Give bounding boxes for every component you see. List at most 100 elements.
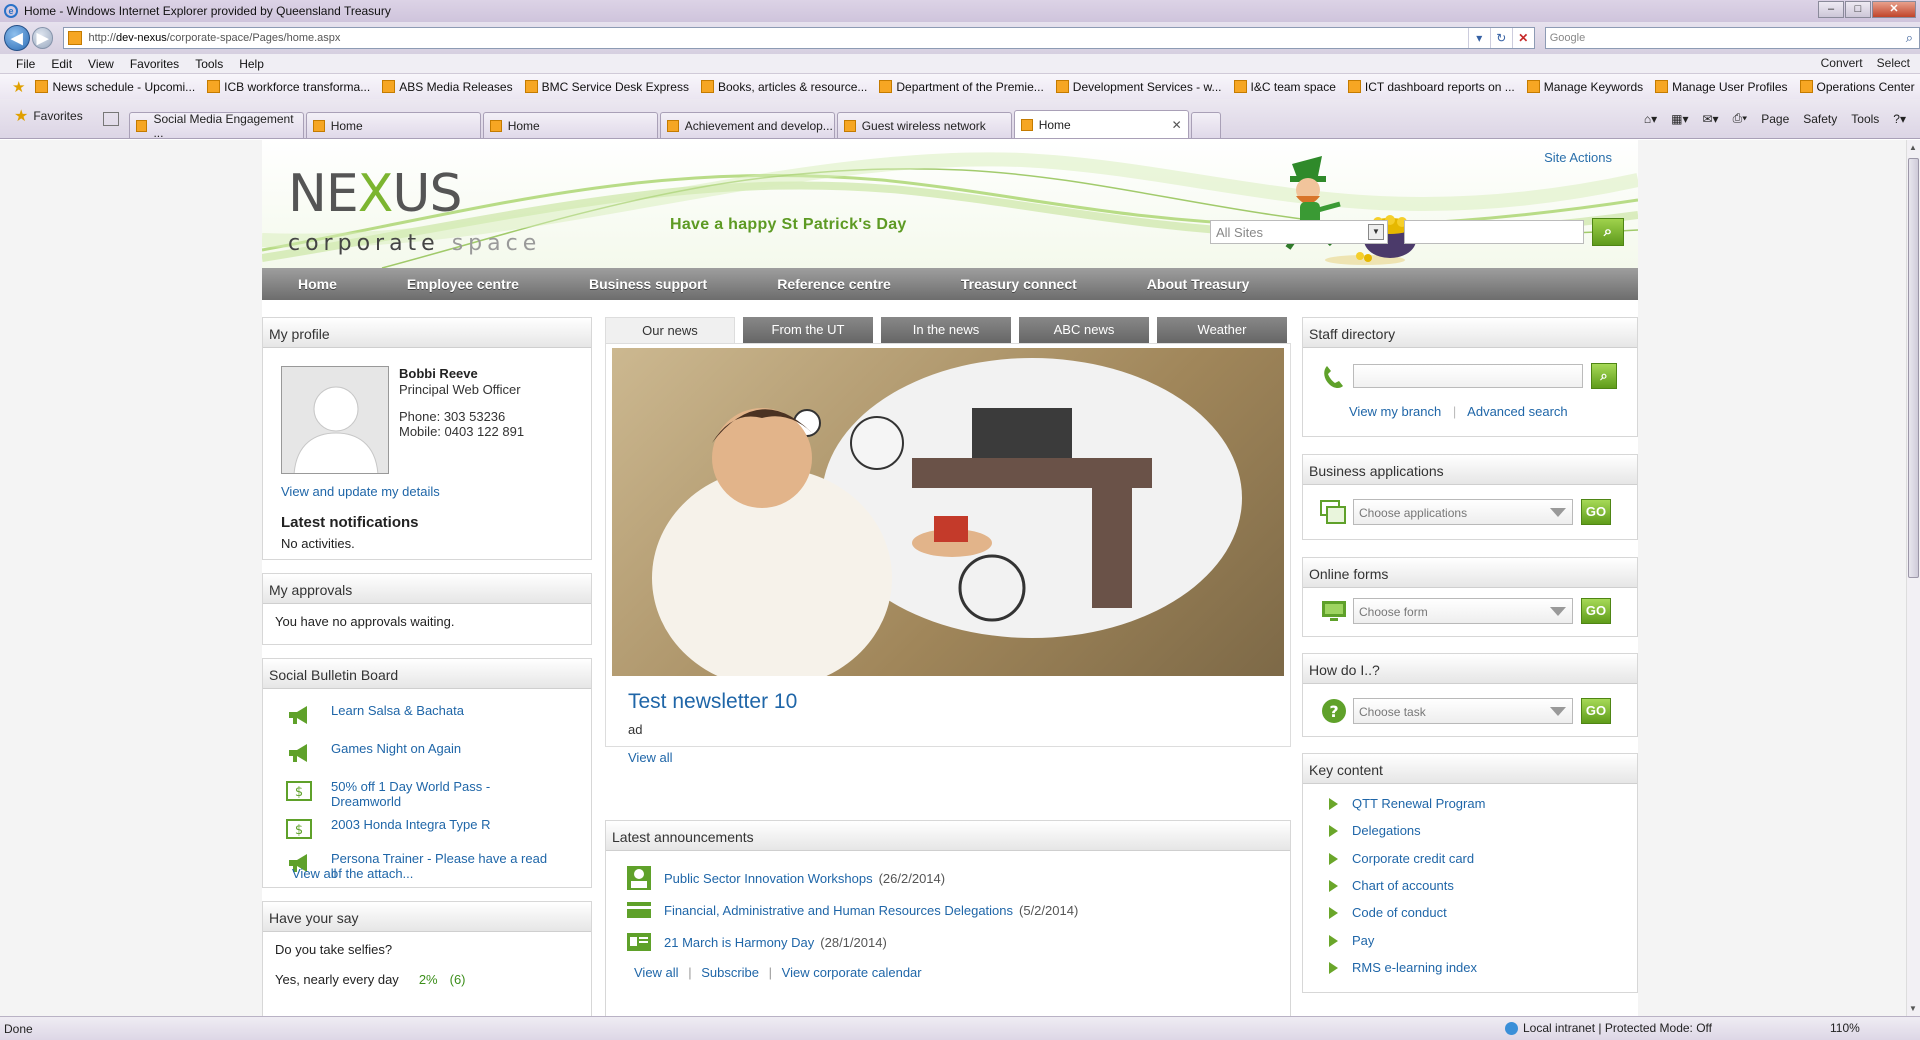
corporate-calendar-link[interactable]: View corporate calendar xyxy=(782,965,922,980)
advanced-search-link[interactable]: Advanced search xyxy=(1467,404,1567,419)
key-content-item[interactable]: Chart of accounts xyxy=(1329,878,1454,893)
favorite-link[interactable]: Books, articles & resource... xyxy=(700,80,867,94)
menu-tools[interactable]: Tools xyxy=(195,57,223,71)
news-feature-image[interactable] xyxy=(612,348,1284,676)
back-button[interactable]: ◀ xyxy=(4,25,30,51)
announcements-view-all-link[interactable]: View all xyxy=(634,965,679,980)
business-apps-go-button[interactable]: GO xyxy=(1581,499,1611,525)
page-menu[interactable]: Page xyxy=(1761,112,1789,126)
site-search-button[interactable]: ⌕ xyxy=(1592,218,1624,246)
favorite-link[interactable]: News schedule - Upcomi... xyxy=(35,80,195,94)
key-content-item[interactable]: Pay xyxy=(1329,933,1374,948)
address-bar[interactable]: http://dev-nexus/corporate-space/Pages/h… xyxy=(63,27,1535,49)
how-do-i-go-button[interactable]: GO xyxy=(1581,698,1611,724)
browser-tab[interactable]: Achievement and develop... xyxy=(659,112,835,138)
favorite-link[interactable]: Manage User Profiles xyxy=(1655,80,1788,94)
print-icon[interactable]: ⎙▾ xyxy=(1733,111,1748,126)
favorite-link[interactable]: ICT dashboard reports on ... xyxy=(1347,80,1515,94)
address-url[interactable]: http://dev-nexus/corporate-space/Pages/h… xyxy=(88,32,1467,44)
favorite-link[interactable]: ABS Media Releases xyxy=(382,80,513,94)
close-window-button[interactable]: ✕ xyxy=(1872,1,1916,18)
favorite-link[interactable]: ICB workforce transforma... xyxy=(207,80,370,94)
chevron-down-icon[interactable]: ▼ xyxy=(1368,224,1384,240)
nav-employee-centre[interactable]: Employee centre xyxy=(407,276,519,292)
menu-edit[interactable]: Edit xyxy=(51,57,72,71)
favorites-button[interactable]: ★ Favorites xyxy=(14,106,83,126)
search-icon[interactable]: ⌕ xyxy=(1906,30,1913,46)
feeds-icon[interactable]: ▦▾ xyxy=(1671,112,1688,126)
select-button[interactable]: Select xyxy=(1877,56,1910,70)
add-favorite-star-icon[interactable]: ★ xyxy=(12,78,25,96)
nav-about-treasury[interactable]: About Treasury xyxy=(1147,276,1250,292)
business-apps-select[interactable]: Choose applications xyxy=(1353,499,1573,525)
announcement-link[interactable]: 21 March is Harmony Day xyxy=(664,935,814,950)
favorite-link[interactable]: Development Services - w... xyxy=(1055,80,1222,94)
scroll-down-icon[interactable]: ▼ xyxy=(1909,1004,1917,1013)
key-content-item[interactable]: Delegations xyxy=(1329,823,1421,838)
help-icon[interactable]: ?▾ xyxy=(1893,112,1906,126)
favorite-link[interactable]: I&C team space xyxy=(1233,80,1336,94)
announcement-link[interactable]: Financial, Administrative and Human Reso… xyxy=(664,903,1013,918)
tab-from-the-ut[interactable]: From the UT xyxy=(743,317,873,343)
tools-menu[interactable]: Tools xyxy=(1851,112,1879,126)
browser-tab[interactable]: Guest wireless network xyxy=(836,112,1012,138)
browser-tab[interactable]: Home xyxy=(305,112,481,138)
bulletin-item[interactable]: Games Night on Again xyxy=(285,741,561,765)
announcement-link[interactable]: Public Sector Innovation Workshops xyxy=(664,871,873,886)
minimize-button[interactable]: – xyxy=(1818,1,1844,18)
favorite-link[interactable]: Operations Center xyxy=(1799,80,1915,94)
key-content-item[interactable]: RMS e-learning index xyxy=(1329,960,1477,975)
close-tab-icon[interactable]: ✕ xyxy=(1172,118,1182,132)
search-scope-select[interactable]: All Sites ▼ xyxy=(1210,220,1388,244)
nav-home[interactable]: Home xyxy=(298,276,337,292)
stop-icon[interactable]: ✕ xyxy=(1511,28,1534,48)
address-dropdown-icon[interactable]: ▾ xyxy=(1467,28,1490,48)
news-view-all-link[interactable]: View all xyxy=(628,750,673,765)
bulletin-item[interactable]: Learn Salsa & Bachata xyxy=(285,703,561,727)
mail-icon[interactable]: ✉▾ xyxy=(1703,112,1719,126)
tab-weather[interactable]: Weather xyxy=(1157,317,1287,343)
nav-treasury-connect[interactable]: Treasury connect xyxy=(961,276,1077,292)
online-forms-select[interactable]: Choose form xyxy=(1353,598,1573,624)
update-details-link[interactable]: View and update my details xyxy=(281,484,440,499)
tab-in-the-news[interactable]: In the news xyxy=(881,317,1011,343)
menu-favorites[interactable]: Favorites xyxy=(130,57,179,71)
nav-business-support[interactable]: Business support xyxy=(589,276,707,292)
security-zone[interactable]: Local intranet | Protected Mode: Off xyxy=(1505,1021,1712,1035)
menu-help[interactable]: Help xyxy=(239,57,264,71)
subscribe-link[interactable]: Subscribe xyxy=(701,965,759,980)
key-content-item[interactable]: Code of conduct xyxy=(1329,905,1447,920)
how-do-i-select[interactable]: Choose task xyxy=(1353,698,1573,724)
scroll-up-icon[interactable]: ▲ xyxy=(1909,143,1917,152)
menu-view[interactable]: View xyxy=(88,57,114,71)
online-forms-go-button[interactable]: GO xyxy=(1581,598,1611,624)
menu-file[interactable]: File xyxy=(16,57,35,71)
key-content-item[interactable]: QTT Renewal Program xyxy=(1329,796,1485,811)
forward-button[interactable]: ▶ xyxy=(31,27,54,49)
refresh-icon[interactable]: ↻ xyxy=(1489,28,1512,48)
favorite-link[interactable]: BMC Service Desk Express xyxy=(524,80,689,94)
favorite-link[interactable]: Manage Keywords xyxy=(1526,80,1643,94)
view-my-branch-link[interactable]: View my branch xyxy=(1349,404,1441,419)
browser-tab[interactable]: Home xyxy=(482,112,658,138)
maximize-button[interactable]: □ xyxy=(1845,1,1871,18)
scrollbar-thumb[interactable] xyxy=(1908,158,1919,578)
tab-our-news[interactable]: Our news xyxy=(605,317,735,343)
favorite-link[interactable]: Department of the Premie... xyxy=(879,80,1044,94)
bulletin-item[interactable]: $ 2003 Honda Integra Type R xyxy=(285,817,561,841)
staff-search-button[interactable]: ⌕ xyxy=(1591,363,1617,389)
staff-search-input[interactable] xyxy=(1353,364,1583,388)
bulletin-view-all-link[interactable]: View all xyxy=(292,866,337,881)
home-icon[interactable]: ⌂▾ xyxy=(1644,112,1657,126)
news-headline[interactable]: Test newsletter 10 xyxy=(628,690,797,714)
new-tab-button[interactable] xyxy=(1190,112,1221,138)
key-content-item[interactable]: Corporate credit card xyxy=(1329,851,1474,866)
zoom-level[interactable]: 110% xyxy=(1830,1021,1860,1035)
nav-reference-centre[interactable]: Reference centre xyxy=(777,276,891,292)
nexus-logo[interactable]: NEXUS xyxy=(288,164,462,224)
browser-tab-active[interactable]: Home ✕ xyxy=(1013,110,1189,138)
tab-abc-news[interactable]: ABC news xyxy=(1019,317,1149,343)
site-actions-menu[interactable]: Site Actions xyxy=(1544,150,1612,165)
browser-search-input[interactable]: Google ⌕ xyxy=(1544,27,1920,49)
safety-menu[interactable]: Safety xyxy=(1803,112,1837,126)
